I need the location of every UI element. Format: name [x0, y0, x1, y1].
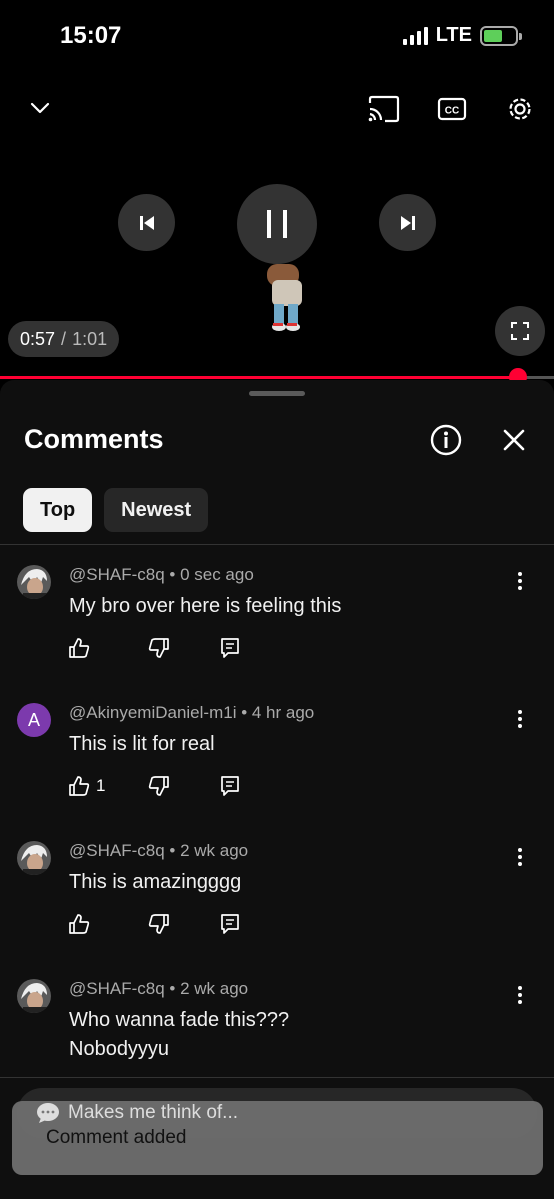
comment-time: 4 hr ago: [251, 703, 315, 722]
comment-author[interactable]: @SHAF-c8q: [69, 979, 165, 998]
comment-text: This is lit for real: [69, 733, 215, 755]
dislike-button[interactable]: [148, 637, 220, 659]
comment-author[interactable]: @SHAF-c8q: [69, 841, 165, 860]
thumbs-down-icon: [148, 638, 169, 658]
thumbs-down-icon: [148, 776, 169, 796]
status-icons: LTE: [402, 24, 522, 47]
reply-icon: [221, 914, 239, 934]
dislike-button[interactable]: [148, 913, 220, 935]
cast-icon[interactable]: [364, 92, 404, 126]
current-time: 0:57: [20, 328, 56, 349]
divider: [0, 544, 554, 545]
comment-meta: @SHAF-c8q • 0 sec ago: [69, 565, 254, 584]
total-time: 1:01: [72, 328, 108, 349]
comment-input-placeholder[interactable]: Makes me think of...: [36, 1101, 238, 1125]
reply-icon: [221, 776, 239, 796]
comment-time: 2 wk ago: [180, 841, 249, 860]
reply-button[interactable]: [220, 913, 240, 935]
comment-meta: @SHAF-c8q • 2 wk ago: [69, 979, 249, 998]
more-options-icon[interactable]: [512, 983, 528, 1007]
comment-author[interactable]: @SHAF-c8q: [69, 565, 165, 584]
comment-time: 2 wk ago: [180, 979, 249, 998]
progress-played: [0, 376, 518, 379]
more-options-icon[interactable]: [512, 569, 528, 593]
filter-newest[interactable]: Newest: [104, 488, 209, 532]
comment-meta: @SHAF-c8q • 2 wk ago: [69, 841, 249, 860]
comment-text: Who wanna fade this??? Nobodyyyu: [69, 1006, 289, 1064]
skip-next-icon[interactable]: [379, 194, 436, 251]
fullscreen-icon[interactable]: [495, 306, 545, 356]
comment-author[interactable]: @AkinyemiDaniel-m1i: [69, 703, 236, 722]
comments-title: Comments: [24, 424, 164, 454]
like-button[interactable]: 1: [68, 775, 148, 797]
comment-text: My bro over here is feeling this: [69, 595, 342, 617]
toast-message: Comment added: [46, 1127, 187, 1148]
like-button[interactable]: [68, 637, 148, 659]
more-options-icon[interactable]: [512, 845, 528, 869]
comment-actions: [68, 913, 240, 935]
time-badge[interactable]: 0:57 / 1:01: [8, 321, 120, 357]
more-options-icon[interactable]: [512, 707, 528, 731]
avatar[interactable]: [17, 565, 51, 599]
comment-actions: 1: [68, 775, 240, 797]
comment-item: @SHAF-c8q • 2 wk ago Who wanna fade this…: [0, 979, 554, 1069]
progress-bar[interactable]: [0, 368, 554, 386]
avatar[interactable]: [17, 979, 51, 1013]
reply-icon: [221, 638, 239, 658]
captions-icon[interactable]: CC: [434, 94, 470, 124]
video-character: [262, 254, 312, 334]
pause-icon[interactable]: [237, 184, 317, 264]
filter-top[interactable]: Top: [23, 488, 93, 532]
time-separator: /: [61, 328, 67, 349]
comment-text: This is amazingggg: [69, 871, 242, 893]
comment-filters: Top Newest: [23, 488, 209, 532]
thumbs-up-icon: [69, 914, 90, 934]
comments-sheet: Comments Top Newest @SHAF-c8q • 0 sec ag…: [0, 380, 554, 1199]
input-placeholder-text: Makes me think of...: [68, 1102, 239, 1123]
comment-item: @SHAF-c8q • 2 wk ago This is amazingggg: [0, 841, 554, 951]
status-bar: 15:07 LTE: [0, 0, 554, 70]
thumbs-down-icon: [148, 914, 169, 934]
network-label: LTE: [435, 24, 472, 46]
comment-bubble-icon: [37, 1103, 59, 1123]
comment-time: 0 sec ago: [180, 565, 254, 584]
avatar[interactable]: A: [17, 703, 51, 737]
reply-button[interactable]: [220, 775, 240, 797]
signal-icon: [402, 26, 428, 45]
battery-icon: [480, 25, 522, 46]
dislike-button[interactable]: [148, 775, 220, 797]
like-button[interactable]: [68, 913, 148, 935]
skip-previous-icon[interactable]: [118, 194, 175, 251]
like-count: 1: [96, 776, 106, 795]
comment-meta: @AkinyemiDaniel-m1i • 4 hr ago: [69, 703, 315, 722]
drag-handle[interactable]: [249, 391, 305, 396]
svg-text:CC: CC: [445, 106, 459, 117]
comment-line-2: Nobodyyyu: [69, 1038, 170, 1060]
comment-item: A @AkinyemiDaniel-m1i • 4 hr ago This is…: [0, 703, 554, 813]
thumbs-up-icon: [69, 776, 90, 796]
info-icon[interactable]: [428, 422, 464, 458]
thumbs-up-icon: [69, 638, 90, 658]
chevron-down-icon[interactable]: [24, 92, 56, 124]
comment-actions: [68, 637, 240, 659]
reply-button[interactable]: [220, 637, 240, 659]
comment-line-1: Who wanna fade this???: [69, 1009, 290, 1031]
settings-icon[interactable]: [502, 92, 538, 126]
close-icon[interactable]: [496, 422, 532, 458]
video-player[interactable]: CC 0:57 / 1:01: [0, 70, 554, 386]
comment-item: @SHAF-c8q • 0 sec ago My bro over here i…: [0, 565, 554, 675]
status-time: 15:07: [60, 22, 122, 49]
avatar[interactable]: [17, 841, 51, 875]
